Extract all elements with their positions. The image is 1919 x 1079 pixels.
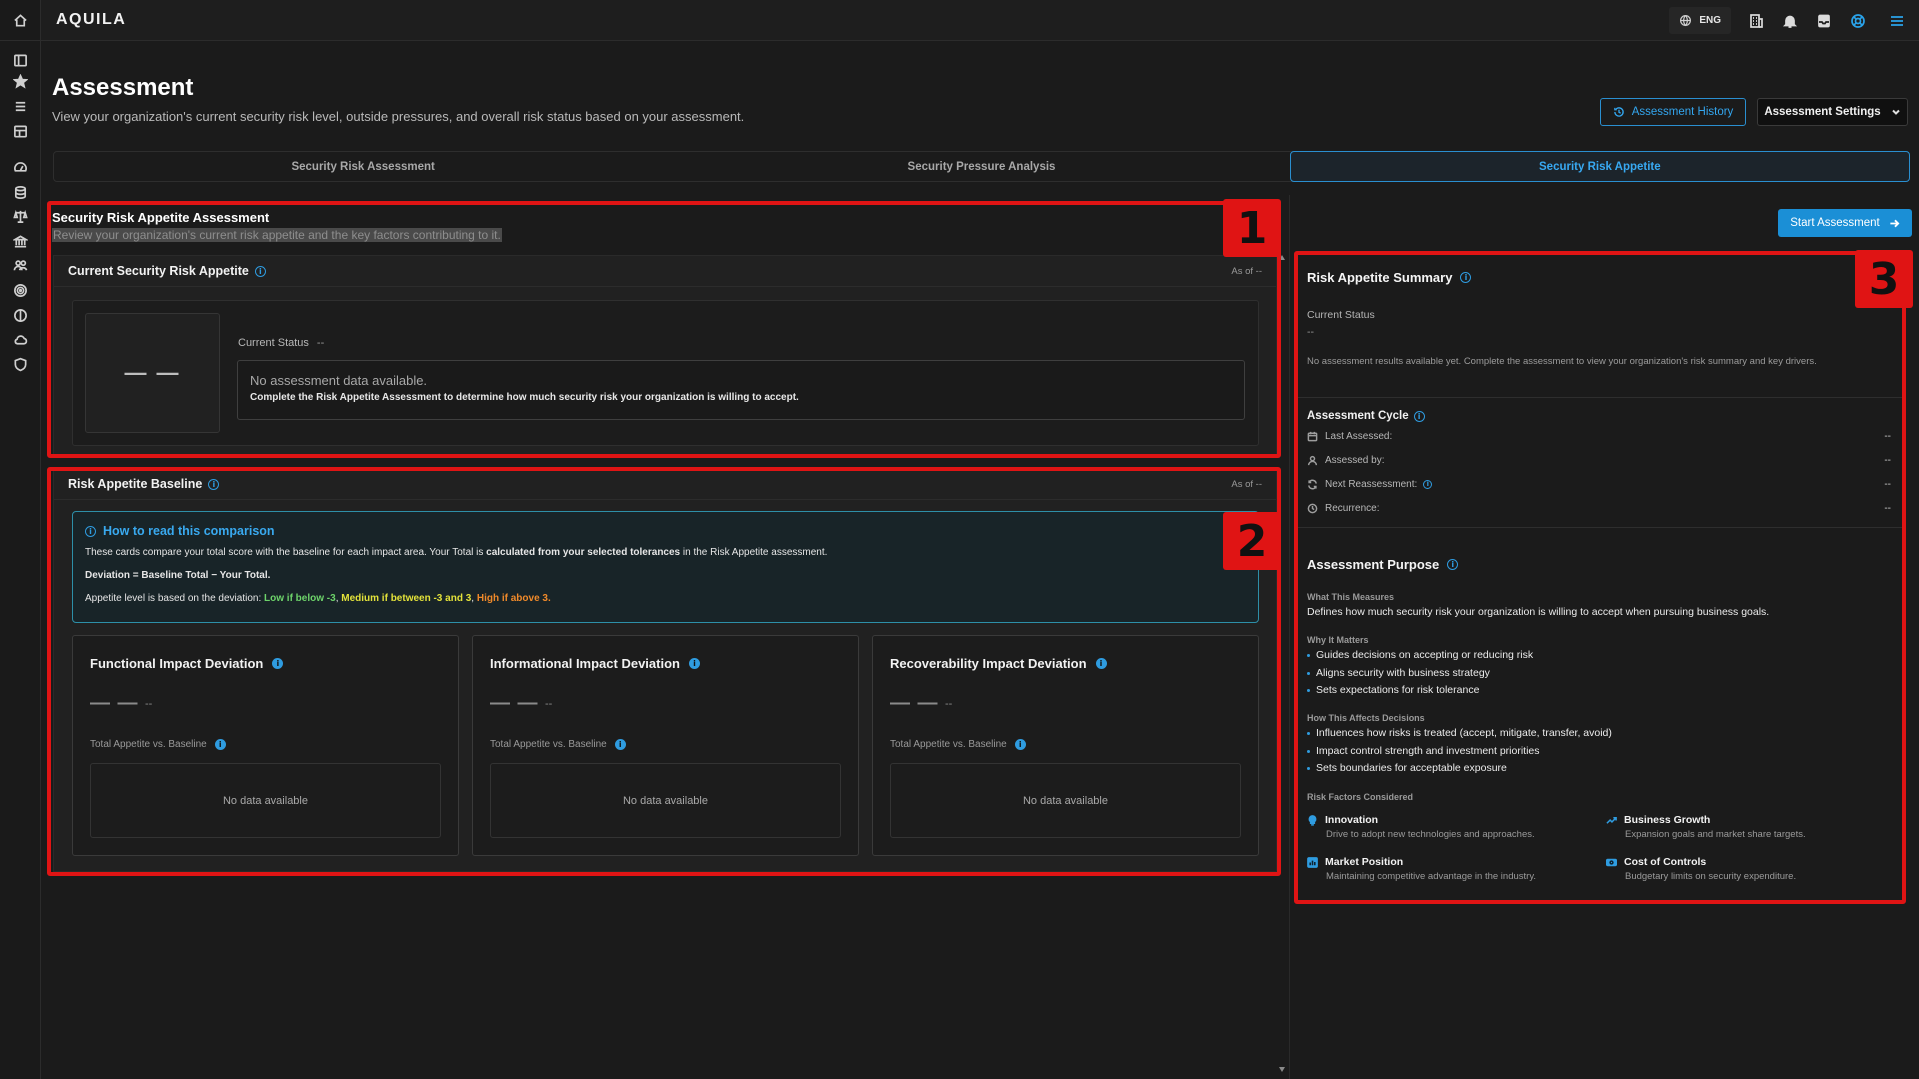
cloud-button[interactable]: [0, 328, 41, 350]
tab-security-risk-assessment[interactable]: Security Risk Assessment: [54, 152, 672, 181]
top-actions: ENG: [1669, 0, 1919, 41]
menu-list-button[interactable]: [0, 95, 41, 117]
assessment-history-button[interactable]: Assessment History: [1600, 98, 1746, 126]
risk-button[interactable]: [0, 304, 41, 326]
tab-security-risk-appetite[interactable]: Security Risk Appetite: [1289, 151, 1910, 182]
hamburger-icon: [1891, 15, 1903, 26]
notifications-button[interactable]: [1773, 0, 1807, 41]
left-nav-rail: [0, 0, 41, 1079]
scroll-down-arrow[interactable]: [1279, 1067, 1285, 1072]
database-button[interactable]: [0, 181, 41, 203]
users-button[interactable]: [0, 254, 41, 276]
annotation-frame-3: [1294, 251, 1906, 904]
favorites-button[interactable]: [0, 70, 41, 92]
annotation-frame-2: [47, 467, 1281, 876]
database-icon: [14, 185, 27, 199]
sidebar-toggle-button[interactable]: [0, 49, 41, 71]
annotation-label-1: 1: [1223, 199, 1281, 257]
bank-icon: [13, 234, 28, 247]
annotation-label-2: 2: [1223, 512, 1281, 570]
assessment-tabs: Security Risk Assessment Security Pressu…: [53, 151, 1910, 182]
gauge-icon: [14, 161, 27, 172]
layout-icon: [14, 125, 27, 137]
column-divider: [1289, 195, 1290, 1079]
shield-button[interactable]: [0, 353, 41, 375]
shield-icon: [14, 357, 27, 371]
assessment-settings-dropdown[interactable]: Assessment Settings: [1757, 98, 1908, 126]
start-assessment-button[interactable]: Start Assessment: [1778, 209, 1912, 237]
chevron-down-icon: [1891, 109, 1900, 115]
assessment-settings-label: Assessment Settings: [1764, 106, 1881, 118]
inbox-icon: [1818, 14, 1830, 27]
app-root: AQUILA ENG Assessment View your organiza…: [0, 0, 1919, 1079]
users-icon: [13, 259, 28, 271]
inbox-button[interactable]: [1807, 0, 1841, 41]
star-icon: [13, 73, 28, 89]
split-circle-icon: [14, 308, 27, 322]
help-button[interactable]: [1841, 0, 1875, 41]
annotation-frame-1: [47, 201, 1281, 458]
page-subtitle: View your organization's current securit…: [52, 109, 745, 124]
page-title: Assessment: [52, 74, 194, 101]
arrow-right-icon: [1890, 219, 1900, 227]
history-icon: [1613, 107, 1624, 117]
list-icon: [15, 101, 26, 111]
organization-button[interactable]: [1739, 0, 1773, 41]
layout-button[interactable]: [0, 120, 41, 142]
annotation-label-3: 3: [1855, 250, 1913, 308]
tab-security-pressure-analysis[interactable]: Security Pressure Analysis: [672, 152, 1290, 181]
bell-icon: [1782, 15, 1798, 28]
target-button[interactable]: [0, 279, 41, 301]
app-logo[interactable]: AQUILA: [56, 11, 126, 29]
language-selector[interactable]: ENG: [1669, 7, 1731, 34]
lifebuoy-icon: [1851, 13, 1865, 28]
globe-icon: [1680, 15, 1692, 27]
cloud-icon: [14, 334, 28, 345]
building-icon: [1750, 13, 1763, 28]
start-assessment-label: Start Assessment: [1790, 217, 1880, 229]
target-icon: [14, 283, 27, 297]
home-icon: [13, 13, 27, 26]
building-button[interactable]: [0, 230, 41, 252]
language-code: ENG: [1699, 15, 1721, 26]
dashboard-button[interactable]: [0, 156, 41, 178]
scale-icon: [13, 209, 28, 223]
main-menu-button[interactable]: [1875, 0, 1919, 41]
assessment-history-label: Assessment History: [1631, 106, 1734, 118]
top-bar: AQUILA ENG: [41, 0, 1919, 41]
panel-icon: [14, 54, 27, 66]
compliance-button[interactable]: [0, 205, 41, 227]
home-button[interactable]: [0, 0, 40, 41]
